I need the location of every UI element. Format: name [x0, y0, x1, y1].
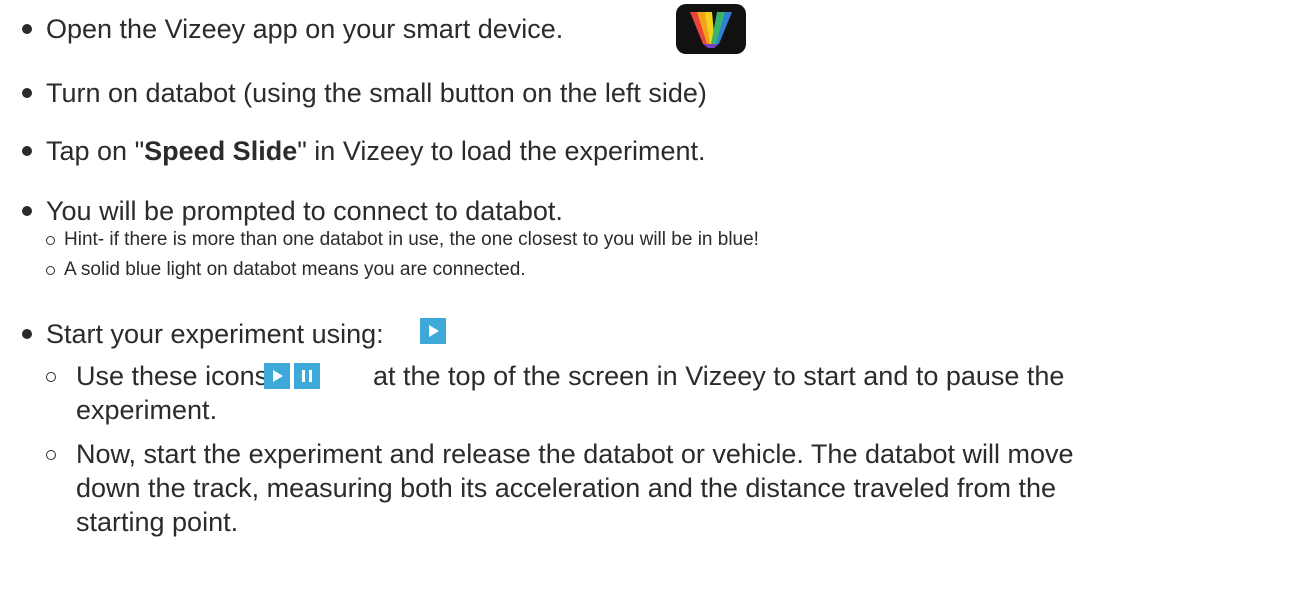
circle-bullet-icon: [46, 372, 56, 382]
step-text: You will be prompted to connect to datab…: [46, 196, 563, 226]
step-text: Turn on databot (using the small button …: [46, 78, 707, 108]
bullet-icon: [22, 146, 32, 156]
bullet-icon: [22, 329, 32, 339]
bullet-icon: [22, 24, 32, 34]
pause-icon: [294, 363, 320, 389]
circle-bullet-icon: [46, 450, 56, 460]
play-icon: [420, 318, 446, 344]
vizeey-logo-icon: [690, 12, 732, 48]
step-text: Open the Vizeey app on your smart device…: [46, 14, 564, 44]
play-icon: [264, 363, 290, 389]
experiment-name: Speed Slide: [144, 136, 298, 166]
instructions-page: Open the Vizeey app on your smart device…: [0, 0, 1295, 616]
step-text: Tap on "Speed Slide" in Vizeey to load t…: [46, 136, 706, 166]
step-text: Start your experiment using:: [46, 319, 384, 349]
bullet-icon: [22, 88, 32, 98]
bullet-icon: [22, 206, 32, 216]
sub-item-use-icons: Use these icons at the top of the screen…: [46, 359, 1246, 429]
circle-bullet-icon: [46, 266, 55, 275]
circle-bullet-icon: [46, 236, 55, 245]
vizeey-app-icon: [676, 4, 746, 54]
sub-item-release: Now, start the experiment and release th…: [46, 437, 1246, 547]
